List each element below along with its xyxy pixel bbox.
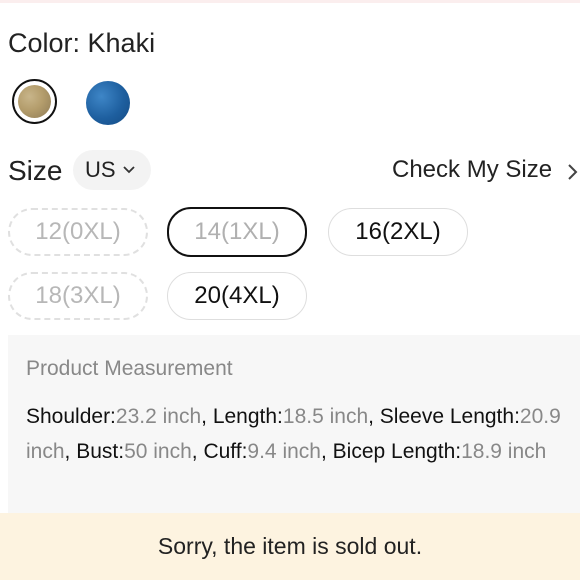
swatch-blue[interactable] bbox=[86, 81, 130, 125]
measurement-value: 23.2 inch bbox=[115, 405, 202, 428]
size-option-16-2xl[interactable]: 16(2XL) bbox=[328, 208, 468, 256]
measurement-value: 18.9 inch bbox=[461, 440, 547, 463]
product-measurement-list: Shoulder:23.2 inch, Length:18.5 inch, Sl… bbox=[26, 405, 561, 463]
size-region-dropdown[interactable]: US bbox=[73, 150, 151, 190]
top-divider bbox=[0, 0, 580, 3]
size-option-20-4xl[interactable]: 20(4XL) bbox=[167, 272, 307, 320]
product-measurement-title: Product Measurement bbox=[26, 357, 233, 380]
size-option-12-0xl[interactable]: 12(0XL) bbox=[8, 208, 148, 256]
measurement-key: Cuff: bbox=[203, 440, 248, 463]
color-label: Color: Khaki bbox=[8, 28, 156, 58]
measurement-value: 9.4 inch bbox=[247, 440, 321, 463]
sold-out-notice: Sorry, the item is sold out. bbox=[0, 513, 580, 580]
check-my-size-link[interactable]: Check My Size bbox=[392, 156, 552, 184]
size-option-14-1xl[interactable]: 14(1XL) bbox=[167, 207, 307, 257]
measurement-key: Bust: bbox=[76, 440, 125, 463]
swatch-khaki[interactable] bbox=[12, 79, 57, 124]
size-region-value: US bbox=[85, 157, 116, 182]
product-measurement-panel: Product Measurement Shoulder:23.2 inch, … bbox=[8, 335, 580, 513]
measurement-key: Sleeve Length: bbox=[379, 405, 520, 428]
measurement-key: Length: bbox=[212, 405, 283, 428]
measurement-value: 18.5 inch bbox=[282, 405, 369, 428]
size-option-18-3xl[interactable]: 18(3XL) bbox=[8, 272, 148, 320]
measurement-value: 50 inch bbox=[124, 440, 192, 463]
measurement-key: Shoulder: bbox=[26, 405, 116, 428]
swatch-khaki-fill bbox=[18, 85, 51, 118]
size-label: Size bbox=[8, 155, 63, 186]
chevron-down-icon bbox=[122, 166, 135, 174]
measurement-key: Bicep Length: bbox=[332, 440, 462, 463]
chevron-right-icon[interactable] bbox=[566, 160, 580, 184]
